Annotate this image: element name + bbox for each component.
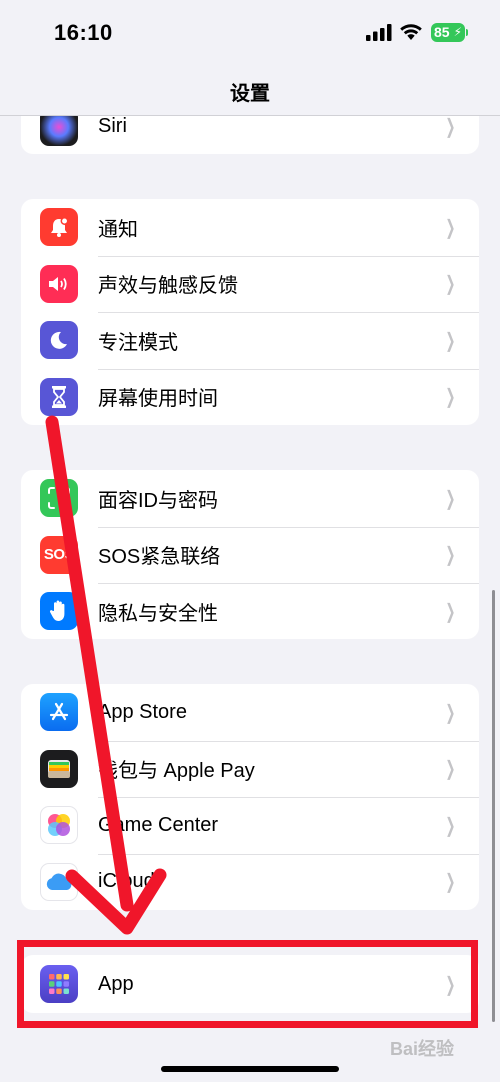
annotation-arrow [45, 415, 167, 935]
